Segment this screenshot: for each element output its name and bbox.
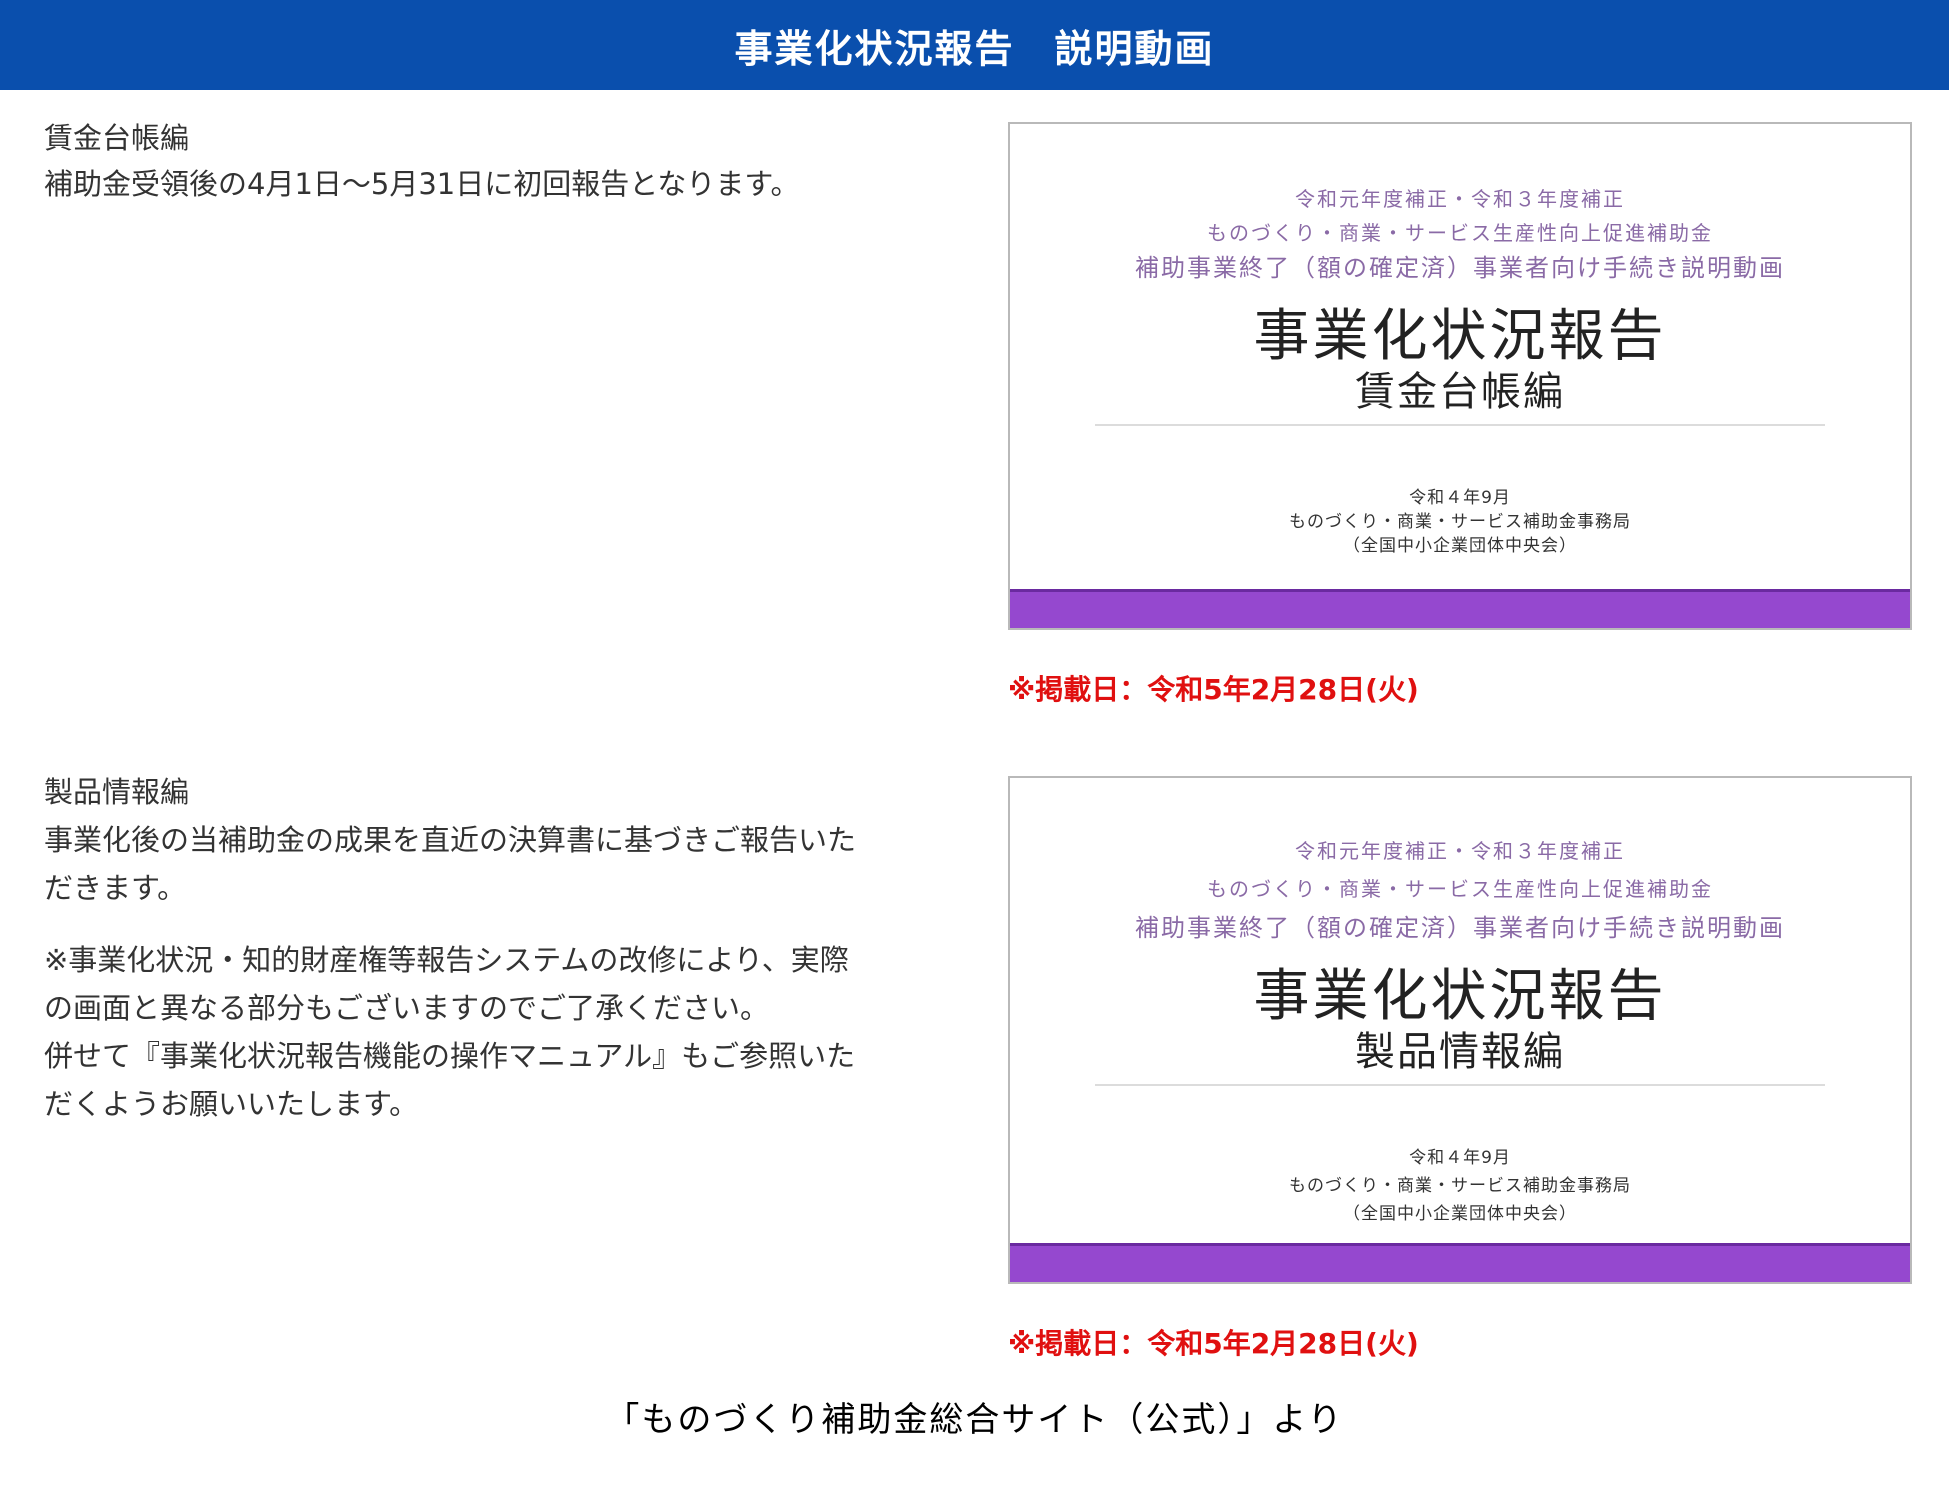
thumbnail-org: （全国中小企業団体中央会） (1343, 1204, 1577, 1224)
description-line: 事業化後の当補助金の成果を直近の決算書に基づきご報告いた (44, 823, 857, 857)
thumbnail-office: ものづくり・商業・サービス補助金事務局 (1289, 1176, 1631, 1196)
video-thumbnail-product-info[interactable]: 令和元年度補正・令和３年度補正 ものづくり・商業・サービス生産性向上促進補助金 … (1008, 776, 1912, 1284)
thumbnail-date: 令和４年9月 (1409, 1148, 1511, 1168)
description-line: だきます。 (44, 871, 187, 905)
thumbnail-line: 補助事業終了（額の確定済）事業者向け手続き説明動画 (1135, 914, 1785, 942)
section-description: 事業化後の当補助金の成果を直近の決算書に基づきご報告いた だきます。 (44, 816, 944, 912)
thumbnail-main-title: 事業化状況報告 (1253, 964, 1667, 1029)
thumbnail-bottom-bar (1010, 1243, 1910, 1282)
section-product-info: 製品情報編 事業化後の当補助金の成果を直近の決算書に基づきご報告いた だきます。… (44, 772, 944, 1128)
thumbnail-office: ものづくり・商業・サービス補助金事務局 (1289, 512, 1631, 532)
source-caption: 「ものづくり補助金総合サイト（公式）」より (605, 1400, 1344, 1440)
posted-date: ※掲載日：令和5年2月28日(火) (1008, 673, 1419, 706)
section-note: ※事業化状況・知的財産権等報告システムの改修により、実際 の画面と異なる部分もご… (44, 936, 944, 1128)
section-heading: 製品情報編 (44, 775, 190, 809)
thumbnail-content: 令和元年度補正・令和３年度補正 ものづくり・商業・サービス生産性向上促進補助金 … (1010, 182, 1910, 558)
thumbnail-sub-title: 賃金台帳編 (1355, 369, 1565, 415)
page-header: 事業化状況報告 説明動画 (0, 0, 1949, 90)
video-thumbnail-wage-ledger[interactable]: 令和元年度補正・令和３年度補正 ものづくり・商業・サービス生産性向上促進補助金 … (1008, 122, 1912, 630)
thumbnail-line: ものづくり・商業・サービス生産性向上促進補助金 (1207, 221, 1713, 245)
thumbnail-bottom-bar (1010, 589, 1910, 628)
note-line: 併せて『事業化状況報告機能の操作マニュアル』もご参照いた (44, 1039, 856, 1073)
note-line: の画面と異なる部分もございますのでご了承ください。 (44, 991, 770, 1025)
note-line: だくようお願いいたします。 (44, 1087, 419, 1121)
page-title: 事業化状況報告 説明動画 (734, 26, 1215, 71)
section-wage-ledger: 賃金台帳編 補助金受領後の4月1日～5月31日に初回報告となります。 (44, 118, 944, 208)
section-description: 補助金受領後の4月1日～5月31日に初回報告となります。 (44, 167, 800, 201)
thumbnail-content: 令和元年度補正・令和３年度補正 ものづくり・商業・サービス生産性向上促進補助金 … (1010, 832, 1910, 1228)
thumbnail-line: 令和元年度補正・令和３年度補正 (1295, 839, 1625, 863)
thumbnail-line: 令和元年度補正・令和３年度補正 (1295, 187, 1625, 211)
thumbnail-line: 補助事業終了（額の確定済）事業者向け手続き説明動画 (1135, 254, 1785, 282)
note-line: ※事業化状況・知的財産権等報告システムの改修により、実際 (44, 943, 849, 977)
thumbnail-sub-title: 製品情報編 (1355, 1029, 1565, 1075)
posted-date: ※掲載日：令和5年2月28日(火) (1008, 1327, 1419, 1360)
thumbnail-date: 令和４年9月 (1409, 488, 1511, 508)
thumbnail-main-title: 事業化状況報告 (1253, 304, 1667, 369)
thumbnail-line: ものづくり・商業・サービス生産性向上促進補助金 (1207, 877, 1713, 901)
section-heading: 賃金台帳編 (44, 121, 190, 155)
thumbnail-org: （全国中小企業団体中央会） (1343, 536, 1577, 556)
